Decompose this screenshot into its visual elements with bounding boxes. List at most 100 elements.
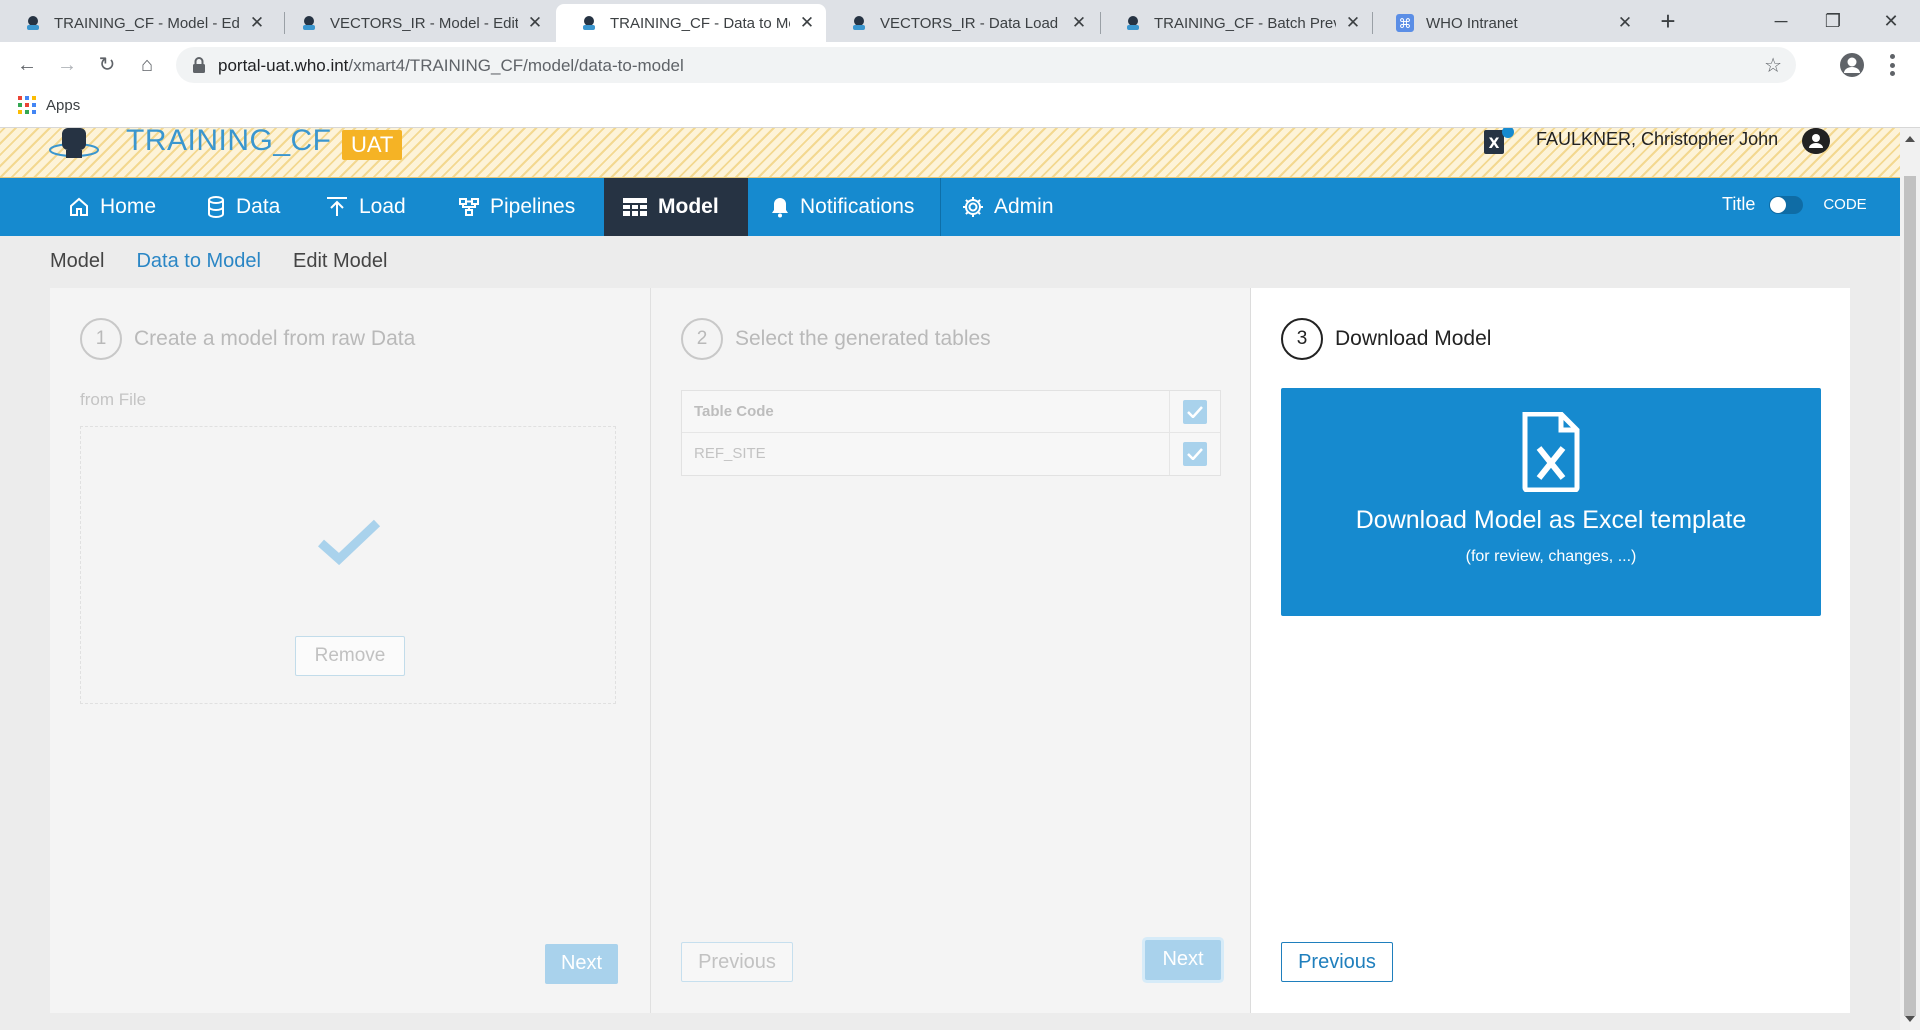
nav-admin[interactable]: Admin [944, 178, 1072, 236]
excel-file-icon [1522, 412, 1580, 492]
main-navbar: Home Data Load Pipelines Model Notificat… [0, 178, 1900, 236]
gear-icon [963, 197, 983, 217]
browser-tab[interactable]: TRAINING_CF - Batch Preview ✕ [1100, 4, 1372, 42]
browser-tab-active[interactable]: TRAINING_CF - Data to Model ✕ [556, 4, 826, 42]
nav-label: Model [658, 195, 719, 218]
nav-data[interactable]: Data [188, 178, 298, 236]
scroll-up-arrow-icon[interactable] [1905, 136, 1915, 142]
svg-text:X: X [1489, 136, 1500, 152]
step2-previous-button[interactable]: Previous [681, 942, 793, 982]
user-name[interactable]: FAULKNER, Christopher John [1536, 129, 1778, 150]
tab-title: TRAINING_CF - Model - Edit [54, 14, 240, 32]
url-path: /xmart4/TRAINING_CF/model/data-to-model [348, 56, 684, 75]
step2-title: Select the generated tables [735, 327, 991, 350]
check-icon [1187, 448, 1203, 460]
scroll-down-arrow-icon[interactable] [1905, 1016, 1915, 1022]
browser-tab[interactable]: VECTORS_IR - Data Load ✕ [826, 4, 1098, 42]
profile-icon[interactable] [1838, 51, 1866, 79]
environment-badge: UAT [342, 130, 403, 160]
step2-next-button[interactable]: Next [1145, 940, 1221, 980]
forward-arrow-icon[interactable]: → [52, 50, 82, 80]
title-code-toggle[interactable]: Title CODE [1722, 194, 1867, 215]
database-icon [208, 196, 224, 218]
reload-icon[interactable]: ↻ [92, 50, 122, 80]
table-row: REF_SITE [682, 433, 1220, 475]
step3-panel: 3 Download Model Download Model as Excel… [1250, 288, 1850, 1013]
browser-menu-icon[interactable] [1890, 54, 1896, 76]
step1-number: 1 [80, 318, 122, 360]
nav-load[interactable]: Load [307, 178, 424, 236]
row-checkbox[interactable] [1170, 433, 1220, 475]
apps-label: Apps [46, 96, 81, 114]
nav-home[interactable]: Home [50, 178, 174, 236]
table-header-row: Table Code [682, 391, 1220, 433]
app-header: TRAINING_CF UAT X FAULKNER, Christopher … [0, 128, 1900, 178]
restore-window-icon[interactable]: ❐ [1808, 6, 1858, 36]
check-icon [1187, 405, 1203, 418]
nav-label: Data [236, 195, 281, 218]
source-label: from File [80, 390, 147, 409]
scrollbar-thumb[interactable] [1904, 176, 1916, 1016]
table-code-cell: REF_SITE [682, 433, 1170, 475]
close-window-icon[interactable]: ✕ [1866, 6, 1916, 36]
bell-icon [772, 198, 788, 218]
tab-title: TRAINING_CF - Data to Model [610, 14, 790, 32]
remove-file-button[interactable]: Remove [295, 636, 405, 676]
subnav-edit-model[interactable]: Edit Model [293, 250, 388, 273]
back-arrow-icon[interactable]: ← [12, 50, 42, 80]
table-icon [623, 198, 647, 216]
nav-notifications[interactable]: Notifications [752, 178, 932, 236]
user-avatar-icon[interactable] [1802, 128, 1830, 154]
home-button-icon[interactable]: ⌂ [132, 50, 162, 80]
page-viewport: TRAINING_CF UAT X FAULKNER, Christopher … [0, 128, 1900, 1030]
app-name[interactable]: TRAINING_CF [126, 128, 332, 158]
close-tab-icon[interactable]: ✕ [526, 13, 544, 33]
excel-addin-icon[interactable]: X [1484, 128, 1514, 154]
browser-tab[interactable]: TRAINING_CF - Model - Edit ✕ [0, 4, 276, 42]
step2-number: 2 [681, 318, 723, 360]
toggle-switch[interactable] [1769, 195, 1804, 214]
step2-header: 2 Select the generated tables [681, 318, 991, 360]
page-scrollbar[interactable] [1900, 128, 1920, 1030]
tab-title: VECTORS_IR - Data Load [880, 14, 1059, 32]
step3-title: Download Model [1335, 327, 1492, 350]
nav-label: Home [100, 195, 157, 218]
tab-title: TRAINING_CF - Batch Preview [1154, 14, 1336, 32]
browser-toolbar: ← → ↻ ⌂ portal-uat.who.int/xmart4/TRAINI… [0, 42, 1920, 88]
minimize-window-icon[interactable]: ─ [1756, 6, 1806, 36]
app-favicon-icon [583, 16, 595, 30]
nav-label: Admin [994, 195, 1054, 218]
app-favicon-icon [303, 16, 315, 30]
new-tab-button[interactable]: + [1654, 8, 1682, 36]
download-excel-button[interactable]: Download Model as Excel template (for re… [1281, 388, 1821, 616]
subnav-model[interactable]: Model [50, 250, 104, 273]
address-bar[interactable]: portal-uat.who.int/xmart4/TRAINING_CF/mo… [176, 47, 1796, 83]
nav-pipelines[interactable]: Pipelines [440, 178, 593, 236]
close-tab-icon[interactable]: ✕ [798, 13, 816, 33]
close-tab-icon[interactable]: ✕ [248, 13, 266, 33]
close-tab-icon[interactable]: ✕ [1070, 13, 1088, 33]
browser-tab[interactable]: ⌘ WHO Intranet ✕ [1372, 4, 1644, 42]
nav-divider [940, 178, 941, 236]
pipelines-icon [459, 198, 479, 216]
select-all-checkbox[interactable] [1170, 391, 1220, 432]
app-logo-icon [49, 128, 99, 158]
toggle-title-label: Title [1722, 194, 1756, 214]
tab-title: VECTORS_IR - Model - Edit [330, 14, 518, 32]
step3-header: 3 Download Model [1281, 318, 1491, 360]
step3-previous-button[interactable]: Previous [1281, 942, 1393, 982]
toggle-code-label: CODE [1823, 196, 1867, 213]
bookmark-star-icon[interactable]: ☆ [1764, 53, 1782, 78]
close-tab-icon[interactable]: ✕ [1344, 13, 1362, 33]
apps-grid-icon [18, 96, 36, 114]
column-header-table-code: Table Code [682, 391, 1170, 432]
step1-next-button[interactable]: Next [545, 944, 618, 984]
close-tab-icon[interactable]: ✕ [1616, 13, 1634, 33]
file-dropzone[interactable]: Remove [80, 426, 616, 704]
apps-shortcut[interactable]: Apps [18, 96, 80, 114]
app-favicon-icon [27, 16, 39, 30]
nav-model[interactable]: Model [604, 178, 748, 236]
browser-tab[interactable]: VECTORS_IR - Model - Edit ✕ [276, 4, 554, 42]
subnav-data-to-model[interactable]: Data to Model [136, 250, 261, 273]
svg-text:⌘: ⌘ [1399, 17, 1412, 32]
